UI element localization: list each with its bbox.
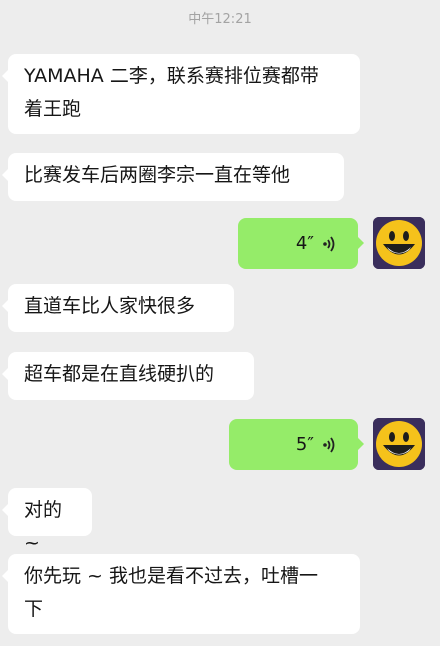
message-bubble-4[interactable]: 超车都是在直线硬扒的 (2, 352, 254, 400)
message-text: YAMAHA 二李，联系赛排位赛都带 (24, 65, 319, 87)
smiley-face-icon (373, 418, 425, 470)
chat-timestamp: 中午12:21 (188, 12, 252, 27)
message-text: 直道车比人家快很多 (24, 295, 196, 317)
voice-message-2[interactable]: 5″ (229, 419, 364, 470)
voice-message-1[interactable]: 4″ (238, 218, 364, 269)
message-text: 下 (24, 598, 44, 620)
voice-duration: 4″ (295, 233, 314, 254)
message-text: 你先玩 ~ 我也是看不过去，吐槽一 (24, 565, 318, 587)
avatar[interactable] (373, 418, 425, 470)
voice-wave-icon (323, 436, 335, 453)
message-text: 着王跑 (24, 98, 82, 120)
message-bubble-5[interactable]: 对的 ~ (2, 488, 92, 554)
voice-duration: 5″ (295, 434, 314, 455)
smiley-face-icon (373, 217, 425, 269)
voice-wave-icon (323, 235, 335, 252)
message-bubble-6[interactable]: 你先玩 ~ 我也是看不过去，吐槽一 下 (2, 554, 360, 634)
message-bubble-1[interactable]: YAMAHA 二李，联系赛排位赛都带 着王跑 (2, 54, 360, 134)
message-bubble-2[interactable]: 比赛发车后两圈李宗一直在等他 (2, 153, 344, 201)
message-text: 比赛发车后两圈李宗一直在等他 (24, 164, 291, 186)
message-text: 对的 ~ (24, 499, 63, 554)
avatar[interactable] (373, 217, 425, 269)
message-text: 超车都是在直线硬扒的 (24, 363, 215, 385)
message-bubble-3[interactable]: 直道车比人家快很多 (2, 284, 234, 332)
